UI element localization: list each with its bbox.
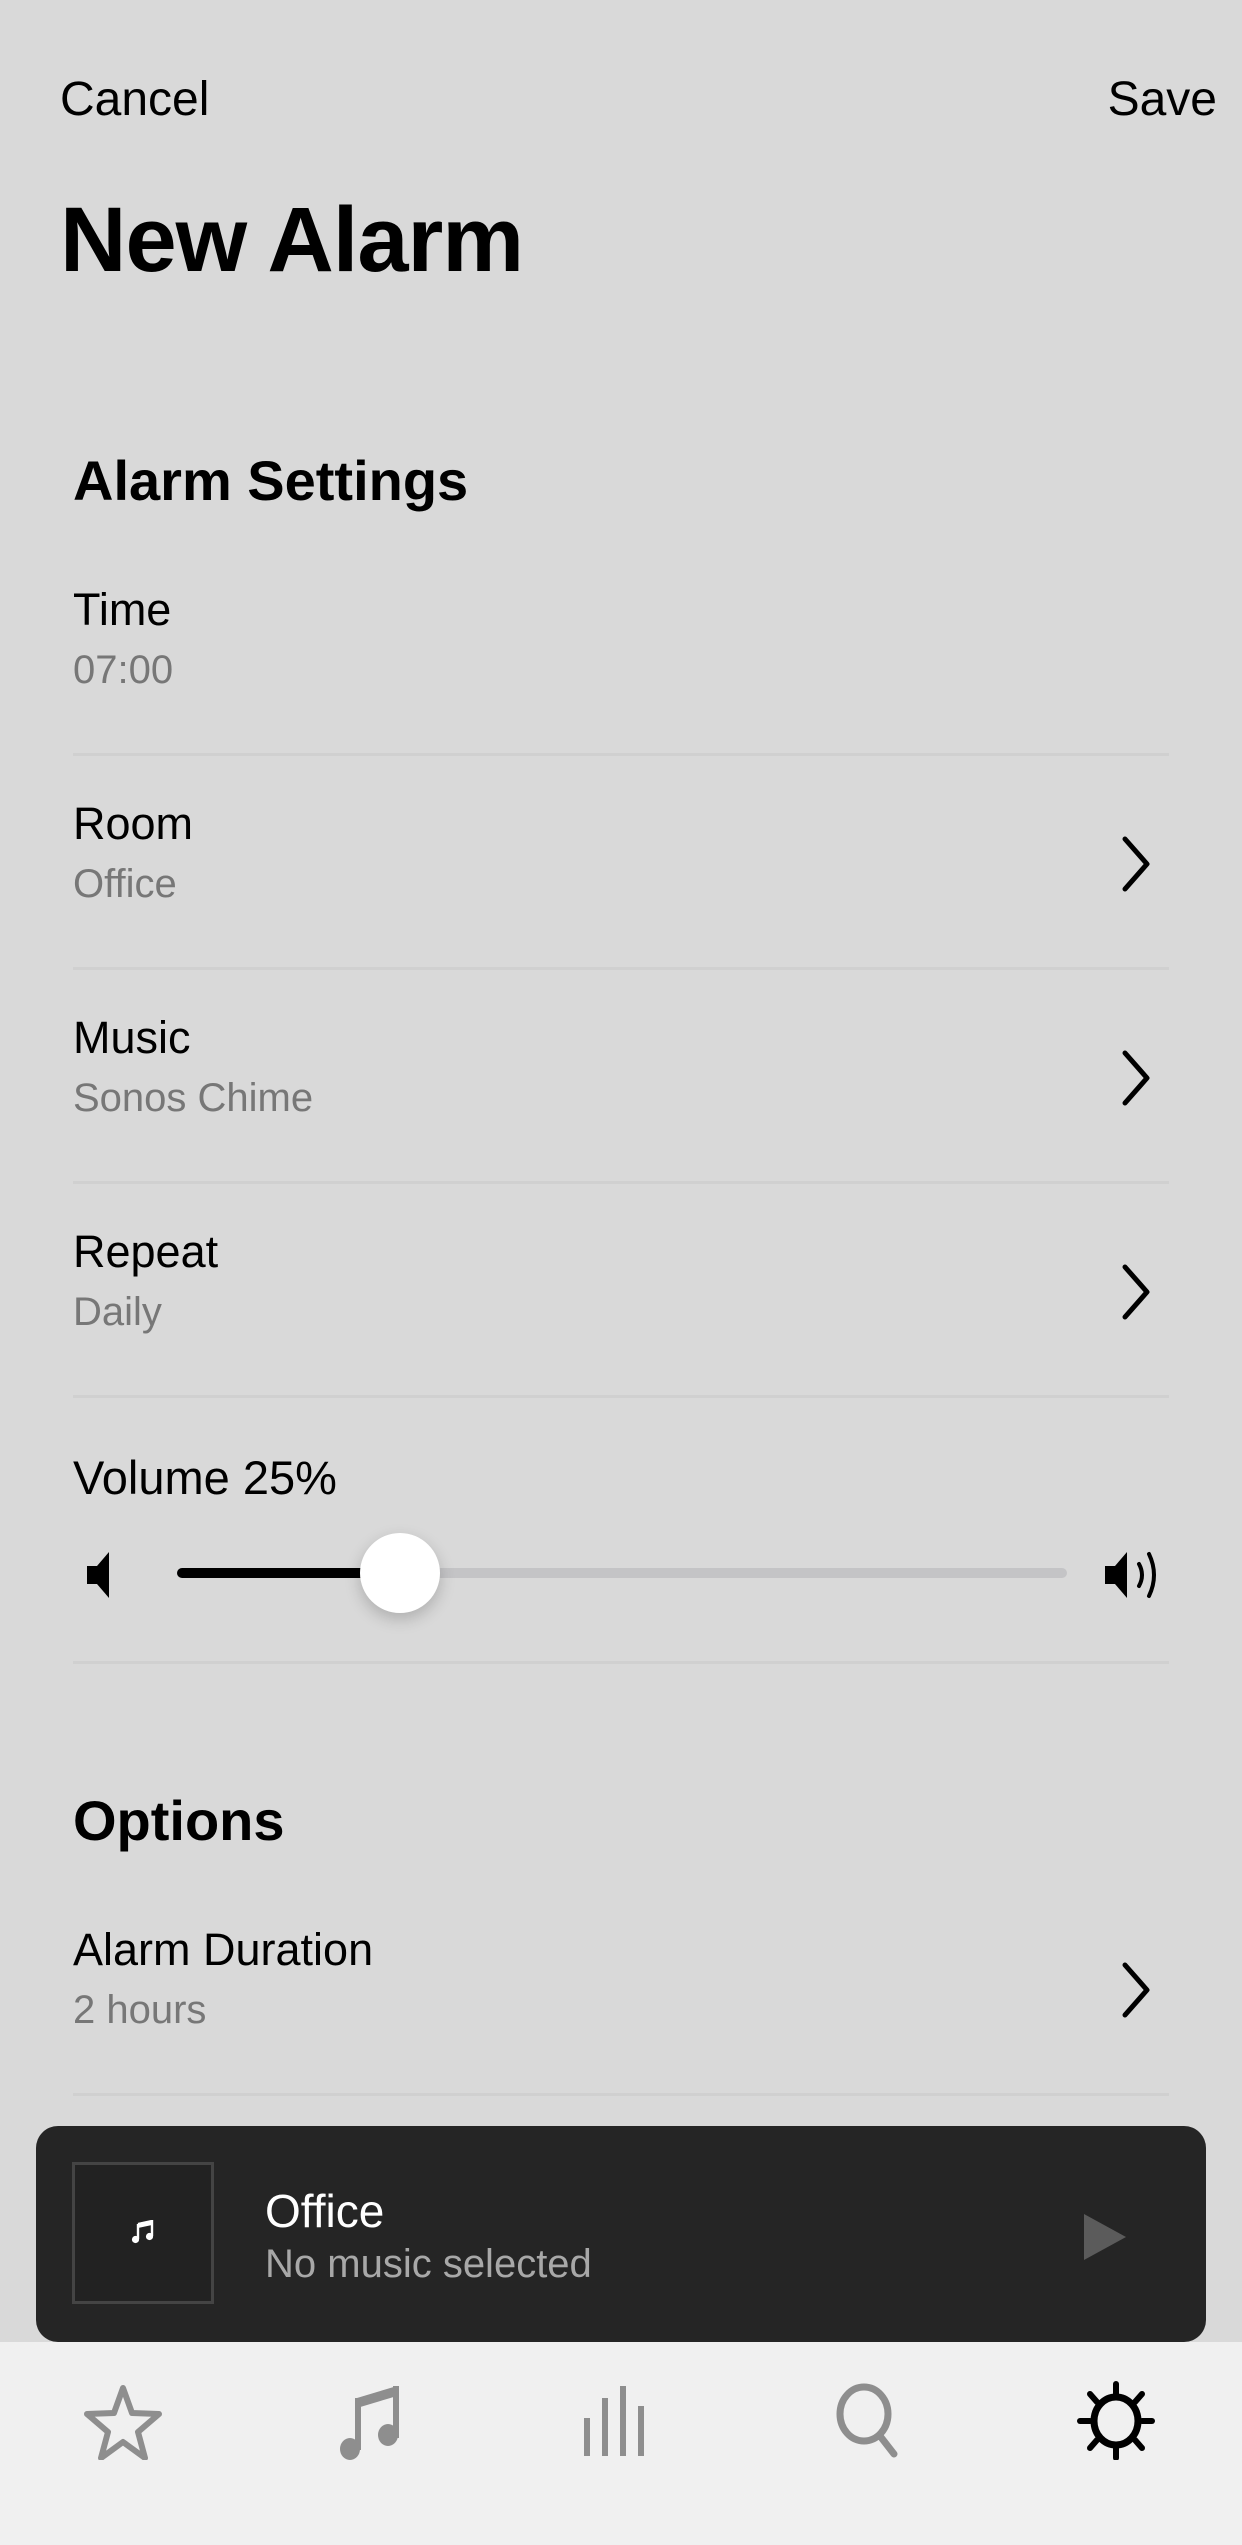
repeat-label: Repeat [73, 1226, 219, 1277]
time-row[interactable]: Time 07:00 [73, 542, 1169, 756]
tab-settings[interactable] [1076, 2380, 1156, 2461]
alarm-duration-label: Alarm Duration [73, 1924, 374, 1975]
music-note-icon [340, 2386, 399, 2460]
music-note-icon [131, 2220, 154, 2244]
tab-browse[interactable] [333, 2380, 413, 2460]
save-button[interactable]: Save [1108, 72, 1217, 127]
mini-player[interactable]: Office No music selected [36, 2126, 1206, 2342]
player-status: No music selected [265, 2242, 592, 2286]
music-label: Music [73, 1012, 191, 1063]
tab-bar [0, 2342, 1242, 2545]
album-art [72, 2162, 214, 2304]
volume-high-icon[interactable] [1103, 1550, 1169, 1600]
volume-label: Volume 25% [73, 1451, 337, 1504]
chevron-right-icon [1122, 1050, 1150, 1106]
music-value: Sonos Chime [73, 1076, 314, 1120]
room-label: Room [73, 798, 194, 849]
bars-icon [584, 2386, 644, 2456]
page-title: New Alarm [60, 189, 524, 291]
gear-icon [1077, 2381, 1155, 2461]
time-value: 07:00 [73, 648, 174, 692]
search-icon [836, 2383, 898, 2458]
volume-slider-thumb[interactable] [359, 1533, 440, 1613]
tab-search[interactable] [828, 2380, 908, 2460]
volume-control: Volume 25% [73, 1398, 1169, 1664]
repeat-row[interactable]: Repeat Daily [73, 1184, 1169, 1398]
alarm-duration-value: 2 hours [73, 1988, 207, 2032]
player-room-name: Office [265, 2185, 385, 2237]
time-label: Time [73, 584, 172, 635]
chevron-right-icon [1122, 1962, 1150, 2018]
tab-rooms[interactable] [580, 2380, 660, 2460]
chevron-right-icon [1122, 1264, 1150, 1320]
repeat-value: Daily [73, 1290, 162, 1334]
tab-favorites[interactable] [83, 2380, 163, 2461]
play-icon[interactable] [1082, 2212, 1128, 2262]
volume-slider[interactable] [177, 1533, 1067, 1613]
chevron-right-icon [1122, 836, 1150, 892]
alarm-settings-heading: Alarm Settings [73, 449, 469, 512]
star-icon [84, 2385, 162, 2461]
volume-low-icon[interactable] [85, 1550, 125, 1600]
room-value: Office [73, 862, 177, 906]
alarm-duration-row[interactable]: Alarm Duration 2 hours [73, 1882, 1169, 2096]
room-row[interactable]: Room Office [73, 756, 1169, 970]
cancel-button[interactable]: Cancel [60, 72, 209, 127]
music-row[interactable]: Music Sonos Chime [73, 970, 1169, 1184]
options-heading: Options [73, 1789, 285, 1852]
